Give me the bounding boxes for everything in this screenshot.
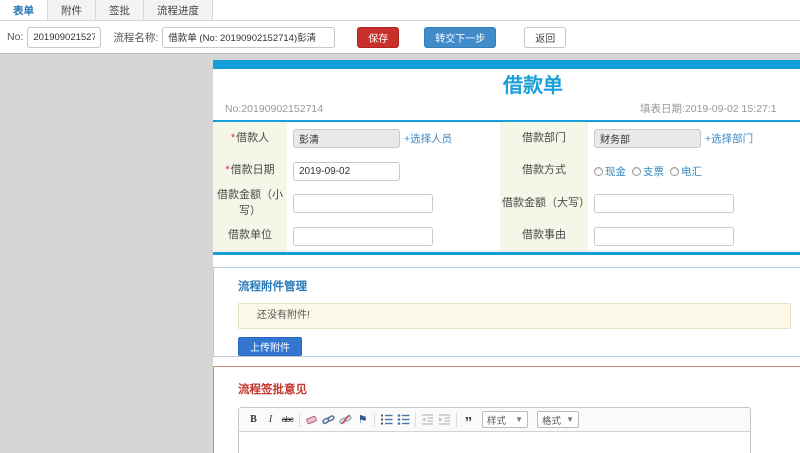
radio-circle-icon[interactable] [670,166,679,176]
tab-progress[interactable]: 流程进度 [144,0,213,20]
no-label: No: [7,31,24,43]
method-label: 借款方式 [500,155,588,187]
command-bar: No: 流程名称: 保存 转交下一步 返回 [0,21,800,54]
divider-line [213,252,800,255]
radio-option-cash[interactable]: 现金 [594,164,626,179]
toolbar-separator [456,412,457,427]
reason-label: 借款事由 [500,220,588,252]
tab-bar: 表单 附件 签批 流程进度 [0,0,800,21]
unit-cell [287,220,500,252]
required-mark: * [225,164,230,177]
unit-label: 借款单位 [213,220,287,252]
anchor-flag-icon[interactable]: ⚑ [355,412,370,427]
chevron-down-icon: ▼ [566,415,574,424]
editor-content-area[interactable] [239,432,750,453]
form-meta-row: No:20190902152714 填表日期:2019-09-02 15:27:… [213,100,800,120]
radio-option-wire[interactable]: 电汇 [670,164,702,179]
outdent-icon[interactable] [420,412,435,427]
borrow-date-label: *借款日期 [213,155,287,187]
amount-upper-input[interactable] [594,194,734,213]
doc-number: No:20190902152714 [225,103,324,115]
remove-format-icon[interactable] [304,412,319,427]
toolbar-separator [374,412,375,427]
attachments-heading: 流程附件管理 [238,281,307,293]
unordered-list-icon[interactable] [396,412,411,427]
blockquote-icon[interactable]: ” [461,412,476,430]
upload-attachment-button[interactable]: 上传附件 [238,337,302,356]
format-dropdown[interactable]: 格式 ▼ [537,411,579,428]
fill-date: 填表日期:2019-09-02 15:27:1 [640,103,777,115]
next-step-button[interactable]: 转交下一步 [424,26,497,48]
radio-circle-icon[interactable] [594,166,603,176]
unlink-icon[interactable] [338,412,353,427]
attachments-section: 流程附件管理 还没有附件! 上传附件 [213,267,800,357]
amount-lower-input[interactable] [293,194,433,213]
department-label: 借款部门 [500,122,588,155]
flow-name-label: 流程名称: [113,31,159,44]
reason-cell [588,220,800,252]
signoff-section: 流程签批意见 B I abc ⚑ ” 样式 ▼ 格式 ▼ [213,366,800,453]
link-icon[interactable] [321,412,336,427]
chevron-down-icon: ▼ [515,415,523,424]
ordered-list-icon[interactable] [379,412,394,427]
indent-icon[interactable] [437,412,452,427]
method-cell: 现金 支票 电汇 [588,155,800,187]
styles-dropdown[interactable]: 样式 ▼ [482,411,528,428]
flow-name-input[interactable] [162,26,336,48]
toolbar-separator [415,412,416,427]
tab-approval[interactable]: 签批 [96,0,144,20]
amount-upper-cell [588,187,800,220]
page-background: 借款单 No:20190902152714 填表日期:2019-09-02 15… [0,54,800,453]
back-button[interactable]: 返回 [524,26,567,48]
department-input[interactable] [594,129,701,148]
editor-toolbar: B I abc ⚑ ” 样式 ▼ 格式 ▼ [239,408,750,432]
no-attachments-alert: 还没有附件! [238,303,791,329]
strikethrough-icon[interactable]: abc [280,412,295,427]
no-input[interactable] [27,26,102,48]
select-department-link[interactable]: +选择部门 [705,131,753,146]
amount-upper-label: 借款金额（大写） [500,187,590,220]
form-panel: 借款单 No:20190902152714 填表日期:2019-09-02 15… [213,60,800,453]
radio-option-cheque[interactable]: 支票 [632,164,664,179]
borrow-date-input[interactable] [293,161,400,181]
borrow-date-cell [287,155,500,187]
borrower-label: *借款人 [213,122,287,155]
rich-text-editor: B I abc ⚑ ” 样式 ▼ 格式 ▼ [238,407,751,453]
panel-top-bar [213,60,800,69]
reason-input[interactable] [594,226,734,246]
bold-icon[interactable]: B [246,412,261,427]
form-grid: *借款人 +选择人员 借款部门 +选择部门 *借款日期 借款方式 [213,122,800,252]
save-button[interactable]: 保存 [357,26,400,48]
signoff-heading: 流程签批意见 [238,384,307,396]
required-mark: * [230,131,236,144]
department-cell: +选择部门 [588,122,800,155]
amount-lower-label: 借款金额（小写） [213,187,287,220]
form-title: 借款单 [503,75,563,97]
tab-attachments[interactable]: 附件 [48,0,96,20]
unit-input[interactable] [293,226,433,246]
amount-lower-cell [287,187,500,220]
tab-form[interactable]: 表单 [0,0,48,20]
select-person-link[interactable]: +选择人员 [404,131,452,146]
radio-circle-icon[interactable] [632,166,641,176]
toolbar-separator [299,412,300,427]
italic-icon[interactable]: I [263,412,278,427]
borrower-input[interactable] [293,129,400,148]
borrower-cell: +选择人员 [287,122,500,155]
